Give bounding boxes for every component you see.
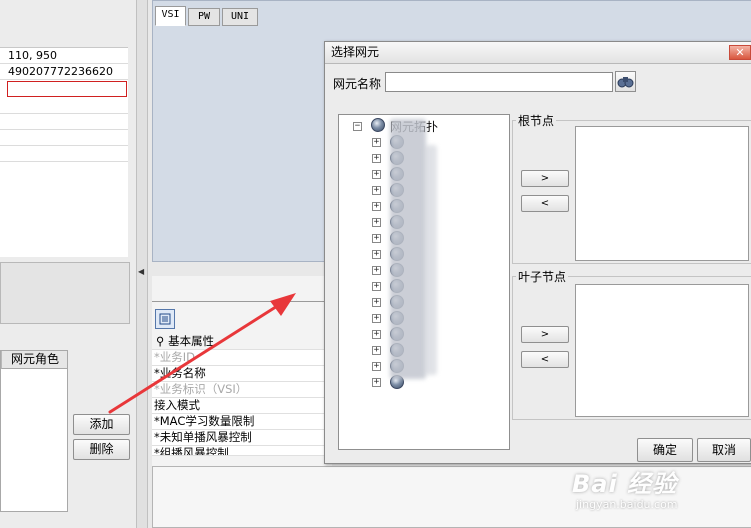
annotation-arrow [108, 293, 296, 414]
watermark-main: Bai 经验 [572, 470, 678, 498]
watermark-url: jingyan.baidu.com [576, 498, 678, 511]
baidu-watermark: Bai 经验 jingyan.baidu.com [572, 464, 748, 524]
